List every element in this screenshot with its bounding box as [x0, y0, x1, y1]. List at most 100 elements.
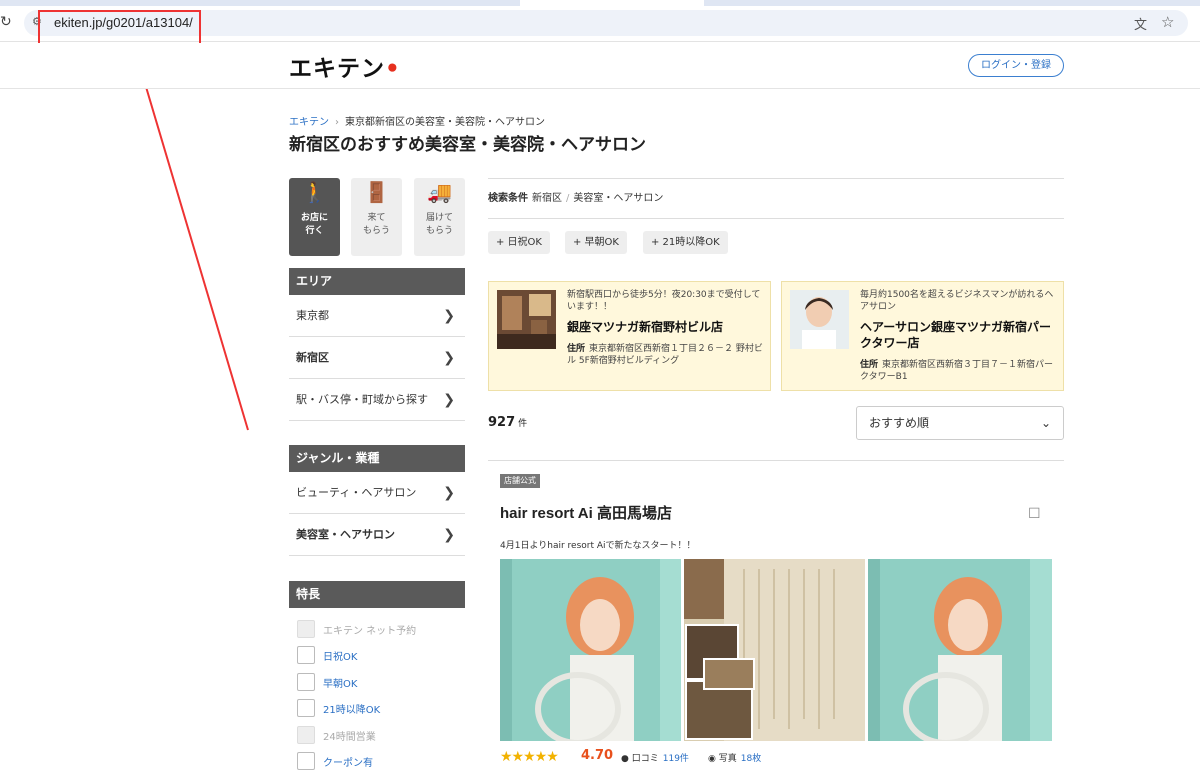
- bookmark-icon[interactable]: ☐: [1028, 506, 1041, 522]
- genre-heading: ジャンル・業種: [289, 445, 465, 472]
- speech-bubble-icon: ●: [621, 754, 629, 764]
- chevron-down-icon: ⌄: [1040, 416, 1051, 430]
- reviews-link[interactable]: 119件: [663, 754, 689, 764]
- filter-chip-early[interactable]: + 早朝OK: [565, 231, 627, 254]
- translate-icon[interactable]: 文: [1134, 14, 1147, 33]
- feature-checkbox-holiday[interactable]: [297, 646, 315, 664]
- address-text: 東京都新宿区西新宿１丁目２６－２ 野村ビル 5F新宿野村ビルディング: [567, 344, 763, 366]
- page-title: 新宿区のおすすめ美容室・美容院・ヘアサロン: [289, 135, 646, 155]
- mode-label: もらう: [425, 226, 453, 236]
- address-text: 東京都新宿区西新宿３丁目７－１新宿パークタワーB1: [860, 360, 1054, 382]
- mode-label: 来て: [367, 213, 386, 223]
- feature-label: エキテン ネット予約: [323, 626, 417, 637]
- shop-catchphrase: 4月1日よりhair resort Aiで新たなスタート！！: [500, 541, 696, 551]
- delivery-icon: 🚚: [427, 180, 452, 204]
- chevron-right-icon: ❯: [443, 527, 455, 543]
- sidebar-item-tokyo[interactable]: 東京都 ❯: [289, 295, 465, 337]
- ad-address: 住所 東京都新宿区西新宿３丁目７－１新宿パークタワーB1: [860, 359, 1056, 383]
- breadcrumb-current: 東京都新宿区の美容室・美容院・ヘアサロン: [345, 117, 545, 128]
- mode-label: 行く: [305, 226, 324, 236]
- feature-checkbox-late[interactable]: [297, 699, 315, 717]
- condition-separator: /: [566, 193, 570, 204]
- filter-chip-late[interactable]: + 21時以降OK: [643, 231, 728, 254]
- mode-label: もらう: [362, 226, 390, 236]
- mode-delivery[interactable]: 🚚 届けて もらう: [414, 178, 465, 256]
- features-heading: 特長: [289, 581, 465, 608]
- mode-label: 届けて: [425, 213, 453, 223]
- breadcrumb-home[interactable]: エキテン: [289, 117, 329, 128]
- ad-shop-name[interactable]: 銀座マツナガ新宿野村ビル店: [567, 319, 763, 335]
- reviews-label: 口コミ: [631, 754, 659, 764]
- shop-photo-2[interactable]: [684, 559, 865, 741]
- filter-chip-holiday[interactable]: + 日祝OK: [488, 231, 550, 254]
- conditions-label: 検索条件: [488, 193, 528, 204]
- door-icon: 🚪: [364, 180, 389, 204]
- area-heading: エリア: [289, 268, 465, 295]
- result-count: 927 件: [488, 415, 527, 430]
- feature-label[interactable]: クーポン有: [323, 754, 373, 769]
- count-unit: 件: [518, 419, 528, 429]
- feature-checkbox-coupon[interactable]: [297, 752, 315, 770]
- mode-home-visit[interactable]: 🚪 来て もらう: [351, 178, 402, 256]
- active-tab[interactable]: [520, 0, 704, 6]
- feature-checkbox-net-reserve: [297, 620, 315, 638]
- sort-select[interactable]: おすすめ順 ⌄: [856, 406, 1064, 440]
- ad-card[interactable]: 毎月約1500名を超えるビジネスマンが訪れるヘアサロン ヘアーサロン銀座マツナガ…: [781, 281, 1064, 391]
- sidebar-item-label: 美容室・ヘアサロン: [296, 528, 395, 541]
- chevron-right-icon: ❯: [443, 308, 455, 324]
- shop-photo-1[interactable]: [500, 559, 681, 741]
- photo-count[interactable]: ◉ 写真 18枚: [708, 751, 761, 764]
- mode-switcher: 🚶 お店に 行く 🚪 来て もらう 🚚 届けて もらう: [289, 178, 465, 256]
- breadcrumb: エキテン › 東京都新宿区の美容室・美容院・ヘアサロン: [289, 113, 545, 128]
- count-value: 927: [488, 415, 516, 430]
- site-header: エキテン• ログイン・登録: [0, 43, 1200, 89]
- stylist-photo: [790, 290, 849, 349]
- camera-icon: ◉: [708, 754, 716, 764]
- feature-checkbox-24h: [297, 726, 315, 744]
- sidebar-item-label: 駅・バス停・町域から探す: [296, 393, 428, 406]
- search-conditions: 検索条件 新宿区 / 美容室・ヘアサロン: [488, 178, 1064, 219]
- condition-value: 美容室・ヘアサロン: [573, 193, 664, 204]
- shop-photo-3[interactable]: [868, 559, 1052, 741]
- ad-card[interactable]: 新宿駅西口から徒歩5分！夜20:30まで受付しています！！ 銀座マツナガ新宿野村…: [488, 281, 771, 391]
- chevron-right-icon: ❯: [443, 485, 455, 501]
- condition-value: 新宿区: [532, 193, 562, 204]
- sidebar-item-beauty[interactable]: ビューティ・ヘアサロン ❯: [289, 472, 465, 514]
- feature-label: 24時間営業: [323, 732, 376, 743]
- walk-icon: 🚶: [302, 180, 327, 204]
- chevron-right-icon: ❯: [443, 350, 455, 366]
- photos-label: 写真: [718, 754, 737, 764]
- official-badge: 店舗公式: [500, 474, 540, 488]
- sidebar-item-station[interactable]: 駅・バス停・町域から探す ❯: [289, 379, 465, 421]
- salon-interior-image: [497, 290, 556, 349]
- shop-name-link[interactable]: hair resort Ai 高田馬場店: [500, 502, 672, 523]
- mode-label: お店に: [300, 213, 328, 223]
- feature-label[interactable]: 早朝OK: [323, 675, 357, 690]
- photos-link[interactable]: 18枚: [741, 754, 761, 764]
- ad-lead: 毎月約1500名を超えるビジネスマンが訪れるヘアサロン: [860, 290, 1054, 312]
- sort-value: おすすめ順: [869, 416, 930, 430]
- sidebar-item-hair-salon[interactable]: 美容室・ヘアサロン ❯: [289, 514, 465, 556]
- rating-stars: ★★★★★: [500, 749, 559, 765]
- ad-address: 住所 東京都新宿区西新宿１丁目２６－２ 野村ビル 5F新宿野村ビルディング: [567, 343, 763, 367]
- login-button[interactable]: ログイン・登録: [968, 54, 1064, 77]
- feature-label[interactable]: 21時以降OK: [323, 701, 380, 716]
- star-icon[interactable]: ☆: [1161, 13, 1174, 31]
- chevron-right-icon: ❯: [443, 392, 455, 408]
- ad-lead: 新宿駅西口から徒歩5分！夜20:30まで受付しています！！: [567, 290, 761, 312]
- address-label: 住所: [567, 344, 586, 354]
- ad-shop-name[interactable]: ヘアーサロン銀座マツナガ新宿パークタワー店: [860, 319, 1056, 351]
- breadcrumb-separator: ›: [335, 117, 339, 128]
- rating-value: 4.70: [581, 748, 614, 763]
- sidebar-item-label: ビューティ・ヘアサロン: [296, 486, 417, 499]
- feature-checkbox-early[interactable]: [297, 673, 315, 691]
- divider: [488, 460, 1064, 461]
- mode-go-to-store[interactable]: 🚶 お店に 行く: [289, 178, 340, 256]
- site-logo[interactable]: エキテン•: [289, 49, 401, 83]
- sidebar-item-label: 東京都: [296, 309, 329, 322]
- review-count[interactable]: ● 口コミ 119件: [621, 751, 689, 764]
- sidebar-item-shinjuku[interactable]: 新宿区 ❯: [289, 337, 465, 379]
- sidebar-item-label: 新宿区: [296, 351, 329, 364]
- address-label: 住所: [860, 360, 879, 370]
- feature-label[interactable]: 日祝OK: [323, 648, 357, 663]
